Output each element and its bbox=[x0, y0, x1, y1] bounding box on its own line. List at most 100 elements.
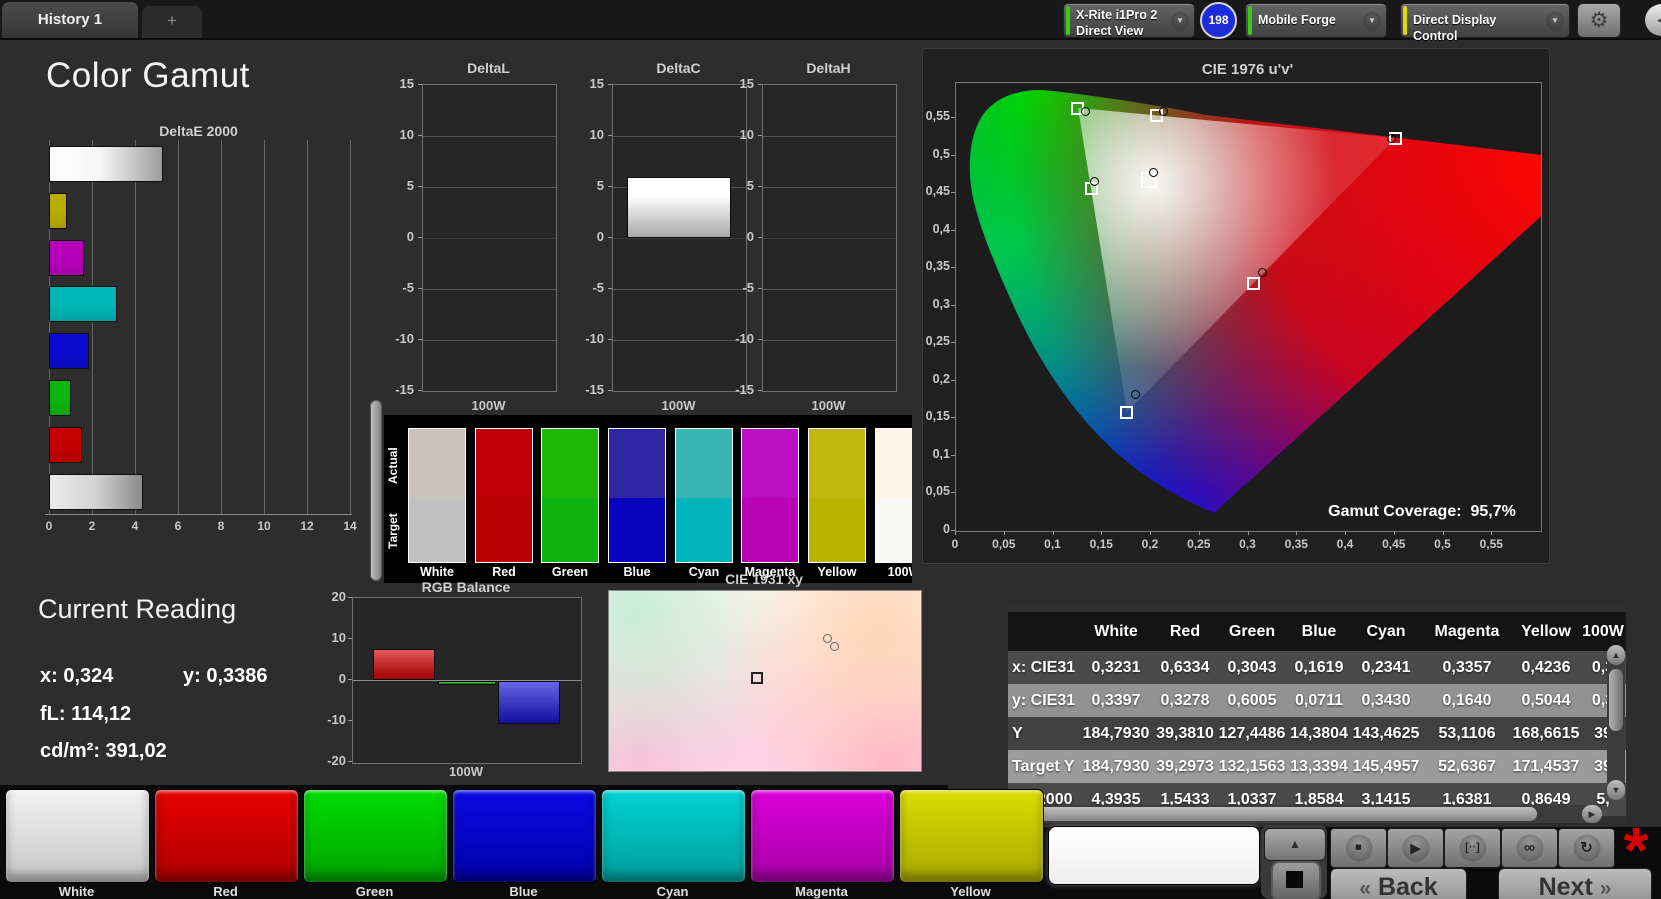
tick-mark bbox=[951, 229, 955, 231]
cie-x-tick: 0,15 bbox=[1089, 537, 1113, 551]
cell: 39,2973 bbox=[1156, 758, 1214, 775]
tick-mark bbox=[418, 186, 422, 187]
display-line1: Direct Display Control bbox=[1413, 13, 1497, 44]
meter-count-badge[interactable]: 198 bbox=[1200, 2, 1237, 39]
rgb-y-tick: 20 bbox=[331, 589, 346, 604]
cell: 0,4236 bbox=[1521, 659, 1571, 676]
refresh-button[interactable]: ↻ bbox=[1558, 828, 1615, 868]
tick-mark bbox=[348, 597, 352, 598]
cie1931-measured2 bbox=[829, 641, 839, 651]
x-tick-label: 10 bbox=[257, 519, 271, 533]
meter-line2: Direct View bbox=[1076, 24, 1144, 39]
cie-y-tick: 0,55 bbox=[925, 108, 950, 123]
cell: 171,4537 bbox=[1512, 758, 1580, 775]
scroll-up-icon[interactable]: ▲ bbox=[1607, 645, 1625, 665]
cell: 132,1563 bbox=[1218, 758, 1286, 775]
back-button[interactable]: « Back bbox=[1330, 868, 1467, 899]
scroll-down-icon[interactable]: ▼ bbox=[1607, 780, 1625, 800]
add-tab-button[interactable]: + bbox=[142, 6, 202, 38]
cie-x-tick: 0,5 bbox=[1434, 537, 1451, 551]
stop-button[interactable]: ■ bbox=[1330, 828, 1387, 868]
rgb-bar-green bbox=[438, 681, 496, 686]
cie-y-tick: 0,15 bbox=[925, 409, 950, 424]
gridline bbox=[221, 140, 222, 515]
swatch-label: White bbox=[419, 565, 455, 579]
yellow-measured bbox=[1159, 106, 1169, 116]
gridline bbox=[264, 140, 265, 515]
cell: 0,5044 bbox=[1521, 692, 1571, 709]
deltaC-bar bbox=[627, 176, 731, 238]
tick-mark bbox=[1442, 531, 1444, 535]
cie1931-measured bbox=[823, 633, 833, 643]
pattern-up-button[interactable]: ▲ bbox=[1264, 828, 1326, 861]
vertical-scroll-thumb[interactable] bbox=[1609, 669, 1623, 731]
tick-mark bbox=[1393, 531, 1395, 535]
row-label: y: CIE31 bbox=[1012, 692, 1076, 709]
deltae-bar-green bbox=[49, 380, 72, 416]
square-icon bbox=[1286, 871, 1303, 888]
chevron-down-icon: ▼ bbox=[1363, 12, 1381, 30]
table-vertical-scrollbar[interactable]: ▲ ▼ bbox=[1607, 645, 1625, 800]
pattern-button-cyan[interactable] bbox=[601, 789, 746, 883]
actual-swatch-green bbox=[541, 428, 599, 499]
deltaH-xlabel: 100W bbox=[811, 398, 846, 413]
pattern-button-100w[interactable] bbox=[1048, 826, 1260, 885]
cell: 0,6334 bbox=[1160, 659, 1210, 676]
tick-mark bbox=[348, 720, 352, 721]
pattern-source-dropdown[interactable]: Mobile Forge ▼ bbox=[1245, 3, 1387, 38]
pattern-label-blue: Blue bbox=[509, 884, 538, 899]
y-tick-label: -15 bbox=[395, 382, 414, 397]
rgb-balance-xlabel: 100W bbox=[449, 764, 483, 779]
cie-horseshoe-gamut bbox=[969, 90, 1541, 513]
gridline bbox=[135, 140, 136, 515]
pattern-button-blue[interactable] bbox=[452, 789, 597, 883]
blue-target bbox=[1120, 405, 1134, 419]
cie-y-tick: 0,2 bbox=[932, 371, 950, 386]
cie1931-title: CIE 1931 xy bbox=[725, 571, 803, 587]
tab-history-1[interactable]: History 1 bbox=[2, 2, 138, 38]
cie-x-tick: 0,3 bbox=[1239, 537, 1256, 551]
settings-button[interactable]: ⚙ bbox=[1577, 3, 1621, 38]
swatch-panel-scrollbar[interactable] bbox=[370, 400, 382, 581]
cell: 0,2341 bbox=[1361, 659, 1411, 676]
play-button[interactable]: ▶ bbox=[1387, 828, 1444, 868]
cell: 0,3430 bbox=[1361, 692, 1411, 709]
continuous-button[interactable]: ∞ bbox=[1501, 828, 1558, 868]
pattern-label-white: White bbox=[58, 884, 95, 899]
meter-dropdown[interactable]: X-Rite i1Pro 2 Direct View ▼ bbox=[1063, 3, 1195, 38]
actual-row-label: Actual bbox=[386, 447, 400, 485]
horizontal-scroll-thumb[interactable] bbox=[970, 807, 1537, 821]
gear-icon: ⚙ bbox=[1589, 9, 1609, 32]
table-row-target-y: Target Y 184,7930 39,2973 132,1563 13,3394 14… bbox=[1008, 750, 1626, 783]
y-tick-label: -15 bbox=[585, 382, 604, 397]
meter-status-stripe bbox=[1066, 6, 1070, 35]
display-control-dropdown[interactable]: Direct Display Control ▼ bbox=[1400, 3, 1570, 43]
pattern-button-red[interactable] bbox=[154, 789, 299, 883]
pattern-button-magenta[interactable] bbox=[750, 789, 895, 883]
actual-target-swatch-panel: Actual Target White Red Green Blue Cyan Magen… bbox=[384, 415, 912, 583]
deltae-chart: 0 2 4 6 8 10 12 14 bbox=[45, 140, 357, 533]
cell: 0,3357 bbox=[1442, 659, 1492, 676]
table-horizontal-scrollbar[interactable]: ◀ ▶ bbox=[948, 805, 1602, 823]
cie-x-tick: 0,1 bbox=[1044, 537, 1061, 551]
gridline bbox=[423, 136, 556, 137]
tick-mark bbox=[1247, 531, 1249, 535]
pattern-button-white[interactable] bbox=[5, 789, 150, 883]
tick-mark bbox=[1150, 531, 1151, 535]
next-button[interactable]: Next » bbox=[1498, 868, 1652, 899]
gridline bbox=[423, 187, 556, 188]
rgb-bar-red bbox=[373, 649, 435, 680]
pattern-button-green[interactable] bbox=[303, 789, 448, 883]
target-swatch-green bbox=[541, 498, 599, 563]
row-label: x: CIE31 bbox=[1012, 659, 1076, 676]
pattern-button-yellow[interactable] bbox=[899, 789, 1044, 883]
pattern-window-button[interactable] bbox=[1271, 861, 1321, 899]
y-tick-label: 5 bbox=[406, 178, 414, 193]
cie-y-tick: 0,4 bbox=[932, 221, 950, 236]
y-tick-label: 15 bbox=[589, 76, 604, 91]
y-tick-label: -15 bbox=[735, 382, 754, 397]
range-button[interactable]: [··] bbox=[1444, 828, 1501, 868]
tick-mark bbox=[608, 135, 612, 136]
tick-mark bbox=[418, 84, 422, 85]
scroll-right-icon[interactable]: ▶ bbox=[1582, 805, 1602, 823]
